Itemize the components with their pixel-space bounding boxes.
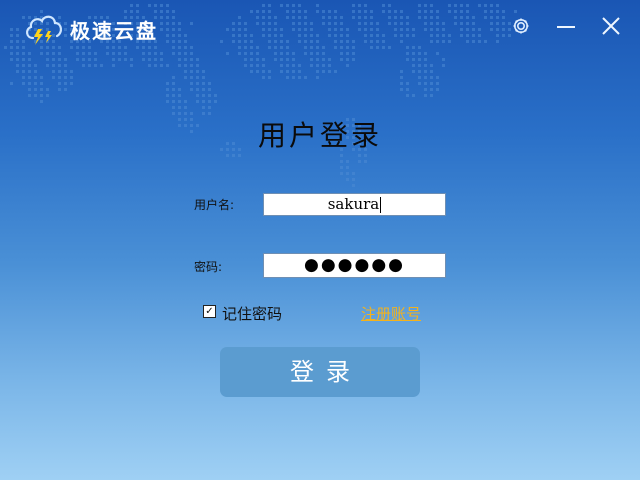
settings-button[interactable] [509,14,533,38]
close-icon [602,17,620,35]
app-title: 极速云盘 [70,19,158,43]
password-input[interactable]: ●●●●●● [263,253,446,278]
login-heading: 用户登录 [257,119,382,152]
username-input[interactable]: sakura [263,193,446,216]
minimize-icon [557,26,575,28]
minimize-button[interactable] [554,14,578,38]
close-button[interactable] [599,14,623,38]
username-value: sakura [327,195,380,213]
password-label: 密码: [194,260,223,274]
username-label: 用户名: [194,198,235,212]
title-bar: 极速云盘 [0,0,640,58]
login-button[interactable]: 登录 [220,347,420,397]
cloud-lightning-icon [26,15,62,45]
login-window: 极速云盘 用户登录 用户名: sakura 密码: ●●●●●● ✓ 记住密码 … [0,0,640,480]
text-caret [380,197,382,213]
remember-password-label: 记住密码 [222,305,283,323]
remember-password-checkbox[interactable]: ✓ [203,305,216,318]
gear-icon [513,18,529,34]
register-account-link[interactable]: 注册账号 [361,303,421,324]
